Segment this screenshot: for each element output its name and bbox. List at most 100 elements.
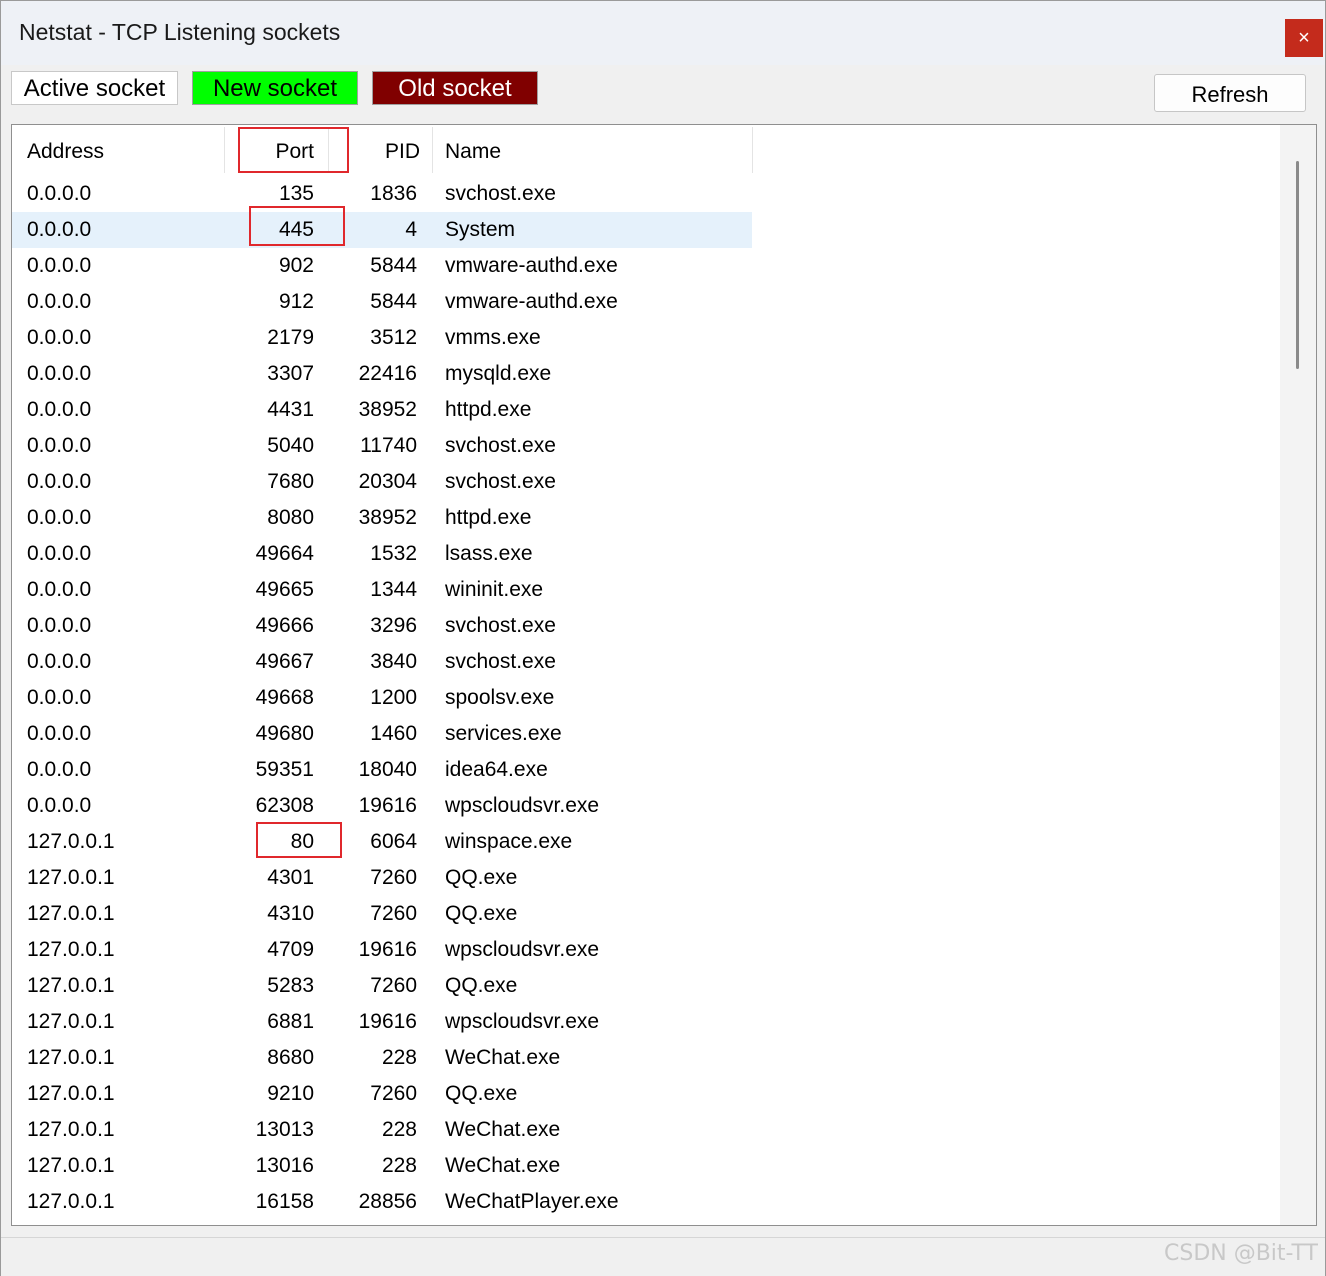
address-cell: 127.0.0.1 [27,1190,115,1213]
table-row[interactable]: 0.0.0.0 49668 1200 spoolsv.exe [12,680,752,716]
name-cell: QQ.exe [445,974,518,997]
table-row[interactable]: 0.0.0.0 49667 3840 svchost.exe [12,644,752,680]
table-row[interactable]: 0.0.0.0 4431 38952 httpd.exe [12,392,752,428]
address-cell: 0.0.0.0 [27,182,92,205]
scrollbar-thumb[interactable] [1296,161,1299,369]
column-header-pid[interactable]: PID [327,125,422,175]
port-cell: 6881 [267,1010,314,1033]
pid-cell: 19616 [358,1010,417,1033]
table-row[interactable]: 127.0.0.1 13013 228 WeChat.exe [12,1112,752,1148]
table-row[interactable]: 0.0.0.0 2179 3512 vmms.exe [12,320,752,356]
table-row[interactable]: 127.0.0.1 9210 7260 QQ.exe [12,1076,752,1112]
port-cell: 2179 [267,326,314,349]
table-row[interactable]: 0.0.0.0 49665 1344 wininit.exe [12,572,752,608]
table-row[interactable]: 0.0.0.0 445 4 System [12,212,752,248]
pid-cell: 38952 [358,506,417,529]
column-header-name[interactable]: Name [445,125,745,175]
address-cell: 127.0.0.1 [27,1118,115,1141]
table-row[interactable]: 0.0.0.0 912 5844 vmware-authd.exe [12,284,752,320]
table-row[interactable]: 127.0.0.1 8680 228 WeChat.exe [12,1040,752,1076]
table-row[interactable]: 127.0.0.1 13016 228 WeChat.exe [12,1148,752,1184]
address-cell: 0.0.0.0 [27,398,92,421]
name-cell: svchost.exe [445,650,556,673]
table-row[interactable]: 127.0.0.1 4310 7260 QQ.exe [12,896,752,932]
pid-cell: 7260 [370,902,417,925]
table-row[interactable]: 0.0.0.0 59351 18040 idea64.exe [12,752,752,788]
name-cell: winspace.exe [445,830,573,853]
address-cell: 127.0.0.1 [27,866,115,889]
port-cell: 59351 [255,758,314,781]
refresh-button[interactable]: Refresh [1154,74,1306,112]
column-header-address[interactable]: Address [27,125,222,175]
name-cell: idea64.exe [445,758,548,781]
address-cell: 0.0.0.0 [27,542,92,565]
table-row[interactable]: 127.0.0.1 80 6064 winspace.exe [12,824,752,860]
table-row[interactable]: 0.0.0.0 49680 1460 services.exe [12,716,752,752]
table-row[interactable]: 0.0.0.0 8080 38952 httpd.exe [12,500,752,536]
address-cell: 0.0.0.0 [27,686,92,709]
port-cell: 5283 [267,974,314,997]
name-cell: QQ.exe [445,902,518,925]
name-cell: httpd.exe [445,398,532,421]
column-divider[interactable] [752,127,753,173]
table-row[interactable]: 0.0.0.0 135 1836 svchost.exe [12,176,752,212]
table-row[interactable]: 0.0.0.0 49664 1532 lsass.exe [12,536,752,572]
name-cell: lsass.exe [445,542,533,565]
port-cell: 16158 [255,1190,314,1213]
name-cell: mysqld.exe [445,362,552,385]
pid-cell: 3296 [370,614,417,637]
port-cell: 4310 [267,902,314,925]
address-cell: 0.0.0.0 [27,434,92,457]
table-row[interactable]: 127.0.0.1 16158 28856 WeChatPlayer.exe [12,1184,752,1220]
table-row[interactable]: 0.0.0.0 902 5844 vmware-authd.exe [12,248,752,284]
table-row[interactable]: 127.0.0.1 5283 7260 QQ.exe [12,968,752,1004]
address-cell: 0.0.0.0 [27,722,92,745]
column-header-port[interactable]: Port [224,125,324,175]
port-cell: 49680 [255,722,314,745]
table-row[interactable]: 0.0.0.0 49666 3296 svchost.exe [12,608,752,644]
port-cell: 135 [278,182,314,205]
legend-new-socket: New socket [192,71,358,105]
pid-cell: 7260 [370,1082,417,1105]
table-row[interactable]: 127.0.0.1 6881 19616 wpscloudsvr.exe [12,1004,752,1040]
name-cell: wpscloudsvr.exe [445,938,600,961]
close-icon: × [1298,27,1310,49]
table-row[interactable]: 0.0.0.0 7680 20304 svchost.exe [12,464,752,500]
name-cell: services.exe [445,722,562,745]
name-cell: httpd.exe [445,506,532,529]
address-cell: 0.0.0.0 [27,650,92,673]
address-cell: 0.0.0.0 [27,254,92,277]
name-cell: WeChat.exe [445,1118,561,1141]
address-cell: 127.0.0.1 [27,830,115,853]
vertical-scrollbar[interactable] [1280,125,1316,1225]
name-cell: spoolsv.exe [445,686,555,709]
socket-list[interactable]: Address Port PID Name 0.0.0.0 135 1836 svch… [11,124,1317,1226]
pid-cell: 4 [405,218,417,241]
pid-cell: 22416 [358,362,417,385]
port-cell: 13013 [255,1118,314,1141]
pid-cell: 11740 [360,434,417,457]
address-cell: 0.0.0.0 [27,794,92,817]
netstat-window: Netstat - TCP Listening sockets × Active… [0,0,1326,1276]
table-row[interactable]: 127.0.0.1 4709 19616 wpscloudsvr.exe [12,932,752,968]
table-row[interactable]: 0.0.0.0 62308 19616 wpscloudsvr.exe [12,788,752,824]
pid-cell: 19616 [358,938,417,961]
address-cell: 0.0.0.0 [27,218,92,241]
table-row[interactable]: 127.0.0.1 4301 7260 QQ.exe [12,860,752,896]
port-cell: 49665 [255,578,314,601]
name-cell: svchost.exe [445,614,556,637]
name-cell: wininit.exe [445,578,544,601]
pid-cell: 228 [381,1154,417,1177]
watermark: CSDN @Bit-TT [1164,1241,1318,1266]
address-cell: 127.0.0.1 [27,1082,115,1105]
pid-cell: 7260 [370,974,417,997]
name-cell: QQ.exe [445,1082,518,1105]
pid-cell: 1460 [370,722,417,745]
table-row[interactable]: 0.0.0.0 5040 11740 svchost.exe [12,428,752,464]
name-cell: QQ.exe [445,866,518,889]
close-button[interactable]: × [1285,19,1323,57]
address-cell: 0.0.0.0 [27,578,92,601]
legend-active-socket: Active socket [11,71,178,105]
table-row[interactable]: 0.0.0.0 3307 22416 mysqld.exe [12,356,752,392]
column-divider[interactable] [432,127,433,173]
